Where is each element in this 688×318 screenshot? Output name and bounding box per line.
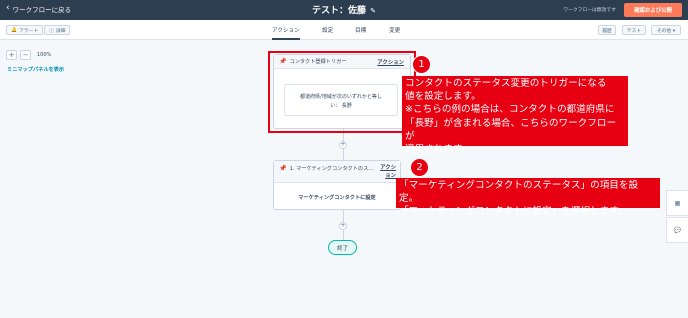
sub-toolbar: 🔔 アラート ⓘ 詳細 アクション 設定 目標 変更 履歴 テスト その他 ▾ — [0, 20, 688, 40]
action-card-header: 📌 1. マーケティングコンタクトのス... アクション — [274, 161, 400, 183]
show-minimap-link[interactable]: ミニマップパネルを表示 — [7, 66, 64, 73]
thumbtack-icon: 📌 — [279, 165, 287, 172]
actions-label-part1: アクシ — [380, 165, 396, 171]
end-node: 終了 — [328, 240, 357, 255]
annotation-badge-2: 2 — [410, 158, 429, 177]
annotation-note-2: 「マーケティングコンタクトのステータス」の項目を設定。 「マーケティングコンタク… — [396, 178, 660, 217]
action-card-body: マーケティングコンタクトに設定 — [298, 195, 376, 201]
test-button[interactable]: テスト — [622, 25, 646, 35]
annotation-1-line: コンタクトのステータス変更のトリガーになる — [405, 78, 607, 89]
action-card[interactable]: 📌 1. マーケティングコンタクトのス... アクション マーケティングコンタク… — [273, 160, 401, 210]
zoom-out-button[interactable]: − — [20, 50, 31, 60]
annotation-badge-1: 1 — [412, 55, 431, 74]
add-action-button[interactable]: + — [339, 141, 347, 149]
actions-label-part2: ョン — [385, 173, 396, 179]
tab-goals[interactable]: 目標 — [355, 26, 366, 34]
annotation-1-line: 「長野」が含まれる場合、こちらのワークフローが — [405, 117, 617, 142]
review-and-publish-button[interactable]: 確認および公開 — [624, 3, 682, 17]
history-button[interactable]: 履歴 — [598, 25, 616, 35]
action-card-title: 1. マーケティングコンタクトのス... — [289, 166, 374, 172]
tab-changes[interactable]: 変更 — [389, 26, 400, 34]
workflow-status: ワークフローは無効です — [563, 8, 616, 13]
more-button[interactable]: その他 ▾ — [651, 25, 681, 35]
action-actions-link[interactable]: アクシ ョン — [380, 164, 396, 180]
top-bar: ‹ ワークフローに戻る テスト：佐藤 ✎ ワークフローは無効です 確認および公開 — [0, 0, 688, 20]
highlight-frame — [268, 51, 416, 133]
grid-icon[interactable]: ▦ — [666, 190, 688, 216]
zoom-level: 100% — [37, 52, 52, 58]
add-action-button[interactable]: + — [339, 222, 347, 230]
annotation-2-line: 「マーケティングコンタクトのステータス」の項目を設定。 — [399, 180, 639, 205]
chat-icon[interactable]: 💬 — [666, 217, 688, 243]
annotation-note-1: コンタクトのステータス変更のトリガーになる 値を設定します。 ※こちらの例の場合… — [402, 76, 628, 155]
tab-actions[interactable]: アクション — [272, 26, 300, 40]
zoom-controls: + − 100% — [6, 50, 51, 60]
annotation-2-line: 「マーケティングコンタクトに設定」を選択します。 — [399, 206, 628, 218]
pencil-icon[interactable]: ✎ — [370, 7, 376, 15]
annotation-1-line: ※こちらの例の場合は、コンタクトの都道府県に — [405, 104, 615, 116]
zoom-in-button[interactable]: + — [6, 50, 17, 60]
annotation-1-line: 適用されます。 — [405, 144, 472, 156]
workflow-title: テスト：佐藤 — [312, 6, 367, 16]
annotation-1-line: 値を設定します。 — [405, 91, 481, 103]
tab-settings[interactable]: 設定 — [322, 26, 333, 34]
tab-bar: アクション 設定 目標 変更 — [0, 20, 688, 40]
